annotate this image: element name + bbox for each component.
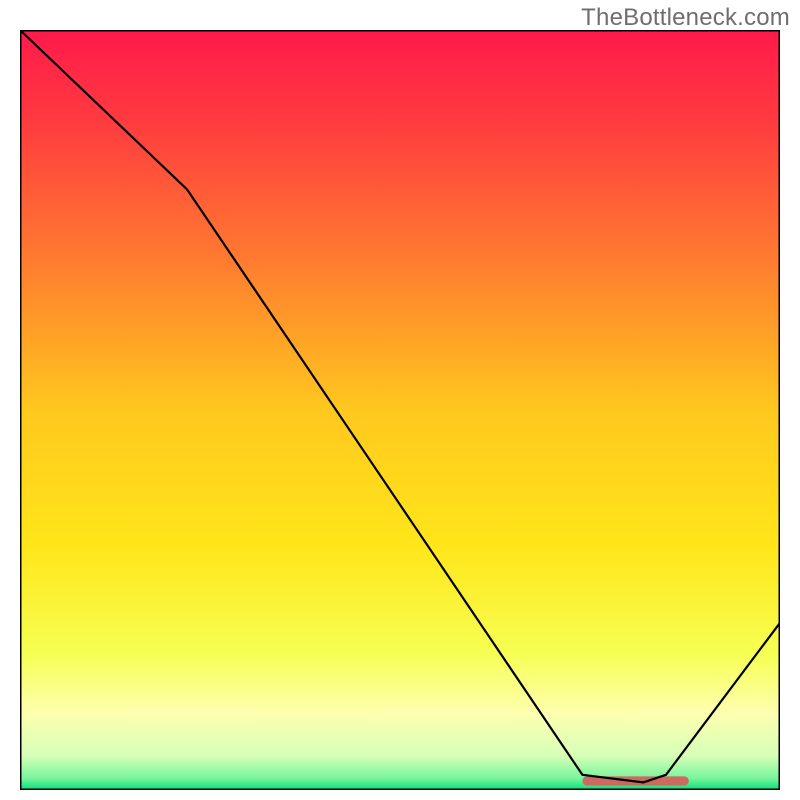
- watermark-text: TheBottleneck.com: [581, 4, 790, 32]
- bottleneck-chart: [20, 30, 780, 790]
